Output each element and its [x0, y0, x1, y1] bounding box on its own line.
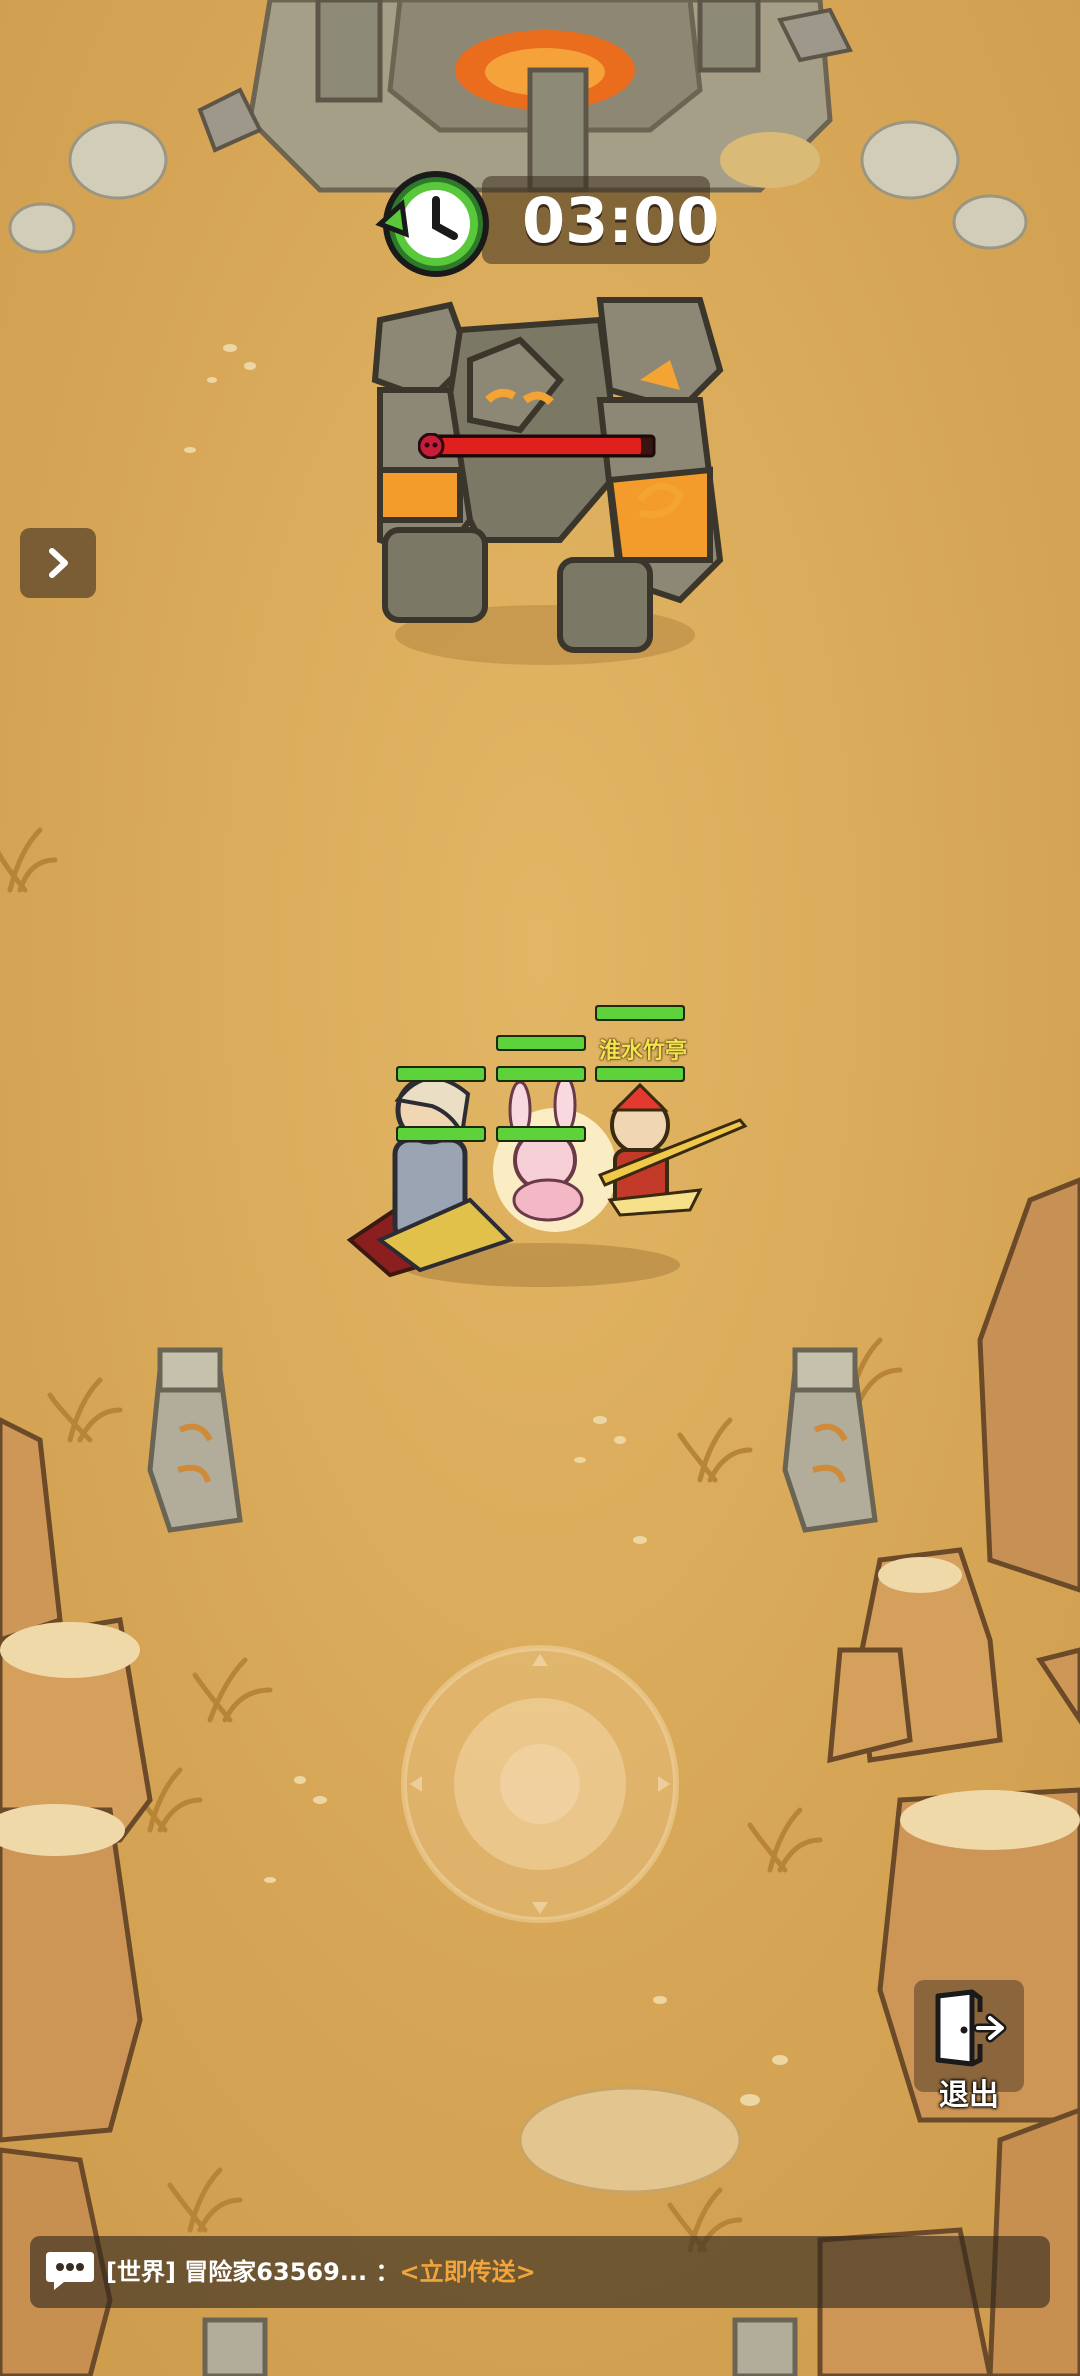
- hero-health-bar: [496, 1035, 586, 1051]
- boss-health-bar: [418, 433, 656, 459]
- hero-health-bar: [396, 1066, 486, 1082]
- battle-timer: 03:00: [372, 164, 720, 277]
- timer-value: 03:00: [522, 184, 720, 257]
- virtual-joystick[interactable]: [398, 1642, 682, 1926]
- chat-channel: [世界]: [106, 2258, 176, 2286]
- side-panel-toggle-button[interactable]: [20, 528, 96, 598]
- hero-health-bar: [496, 1126, 586, 1142]
- world-chat-bar[interactable]: [世界] 冒险家63569... ：<立即传送>: [30, 2236, 1050, 2308]
- chat-sender: 冒险家63569...: [184, 2258, 368, 2286]
- exit-button[interactable]: 退出: [914, 1980, 1024, 2113]
- chat-separator: ：: [375, 2258, 400, 2286]
- teleport-link[interactable]: <立即传送>: [400, 2258, 536, 2286]
- timer-icon: [375, 171, 489, 277]
- demon-skull-icon: [418, 433, 445, 459]
- altar: [197, 0, 853, 193]
- hero-health-bar: [595, 1005, 685, 1021]
- exit-button-label: 退出: [939, 2078, 999, 2113]
- hero-health-bar: [595, 1066, 685, 1082]
- hero-health-bar: [396, 1126, 486, 1142]
- exit-door-icon: [935, 1989, 1007, 2067]
- hero-name-label: 淮水竹亭: [598, 1039, 687, 1064]
- chevron-right-icon: [49, 548, 68, 578]
- hero-health-bar: [496, 1066, 586, 1082]
- chat-bubble-icon: [46, 2252, 94, 2290]
- boss-health-fill: [434, 438, 641, 454]
- chat-message: [世界] 冒险家63569... ：<立即传送>: [106, 2236, 536, 2308]
